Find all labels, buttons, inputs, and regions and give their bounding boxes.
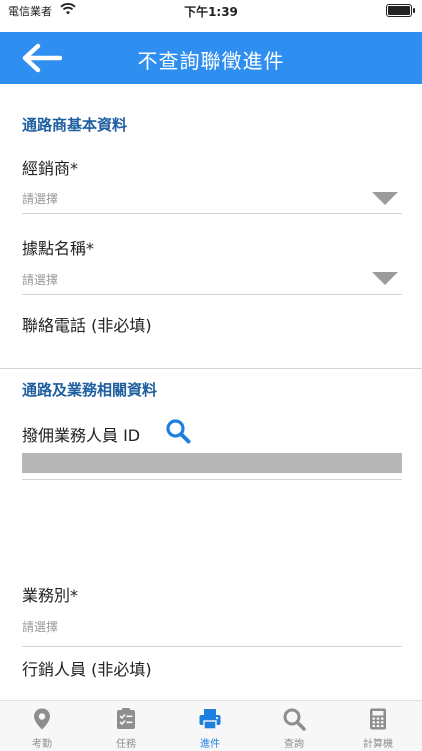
section-title-business-info: 通路及業務相關資料 — [22, 381, 158, 399]
tab-tasks[interactable]: 任務 — [84, 701, 168, 751]
tab-calculator[interactable]: 計算機 — [336, 701, 420, 751]
section-divider — [0, 368, 422, 369]
printer-icon — [199, 709, 221, 730]
business-type-select[interactable]: 請選擇 — [22, 618, 58, 635]
tab-submission[interactable]: 進件 — [168, 701, 252, 751]
tab-query[interactable]: 查詢 — [252, 701, 336, 751]
status-bar: 電信業者 下午1:39 — [0, 0, 422, 20]
commission-staff-id-input[interactable] — [22, 453, 402, 473]
section-title-dealer-info: 通路商基本資料 — [22, 116, 128, 134]
site-name-label: 據點名稱* — [22, 239, 95, 258]
checklist-icon — [117, 708, 135, 729]
commission-staff-id-label: 撥佣業務人員 ID — [22, 426, 141, 445]
tab-label: 進件 — [200, 739, 220, 750]
tab-label: 計算機 — [363, 739, 393, 750]
field-underline — [22, 479, 402, 480]
marketing-staff-label: 行銷人員 (非必填) — [22, 660, 152, 679]
chevron-down-icon[interactable] — [372, 192, 398, 205]
calculator-icon — [370, 708, 386, 730]
field-underline — [22, 646, 402, 647]
search-icon[interactable] — [165, 418, 191, 444]
contact-phone-label: 聯絡電話 (非必填) — [22, 316, 152, 335]
tab-bar: 考勤 任務 進件 查詢 計算機 — [0, 700, 422, 751]
search-icon — [283, 708, 306, 731]
contact-phone-input[interactable] — [22, 345, 402, 365]
app-header: 不查詢聯徵進件 — [0, 32, 422, 84]
status-time: 下午1:39 — [184, 5, 238, 19]
tab-label: 考勤 — [32, 739, 52, 750]
location-pin-icon — [34, 708, 50, 730]
tab-label: 任務 — [116, 739, 136, 750]
page-title: 不查詢聯徵進件 — [137, 49, 285, 73]
battery-icon — [386, 4, 415, 17]
site-name-select[interactable]: 請選擇 — [22, 271, 58, 288]
tab-attendance[interactable]: 考勤 — [0, 701, 84, 751]
field-underline — [22, 213, 402, 214]
dealer-label: 經銷商* — [22, 159, 79, 178]
chevron-down-icon[interactable] — [372, 272, 398, 285]
field-underline — [22, 294, 402, 295]
tab-label: 查詢 — [284, 739, 304, 750]
business-type-label: 業務別* — [22, 586, 79, 605]
dealer-select[interactable]: 請選擇 — [22, 190, 58, 207]
